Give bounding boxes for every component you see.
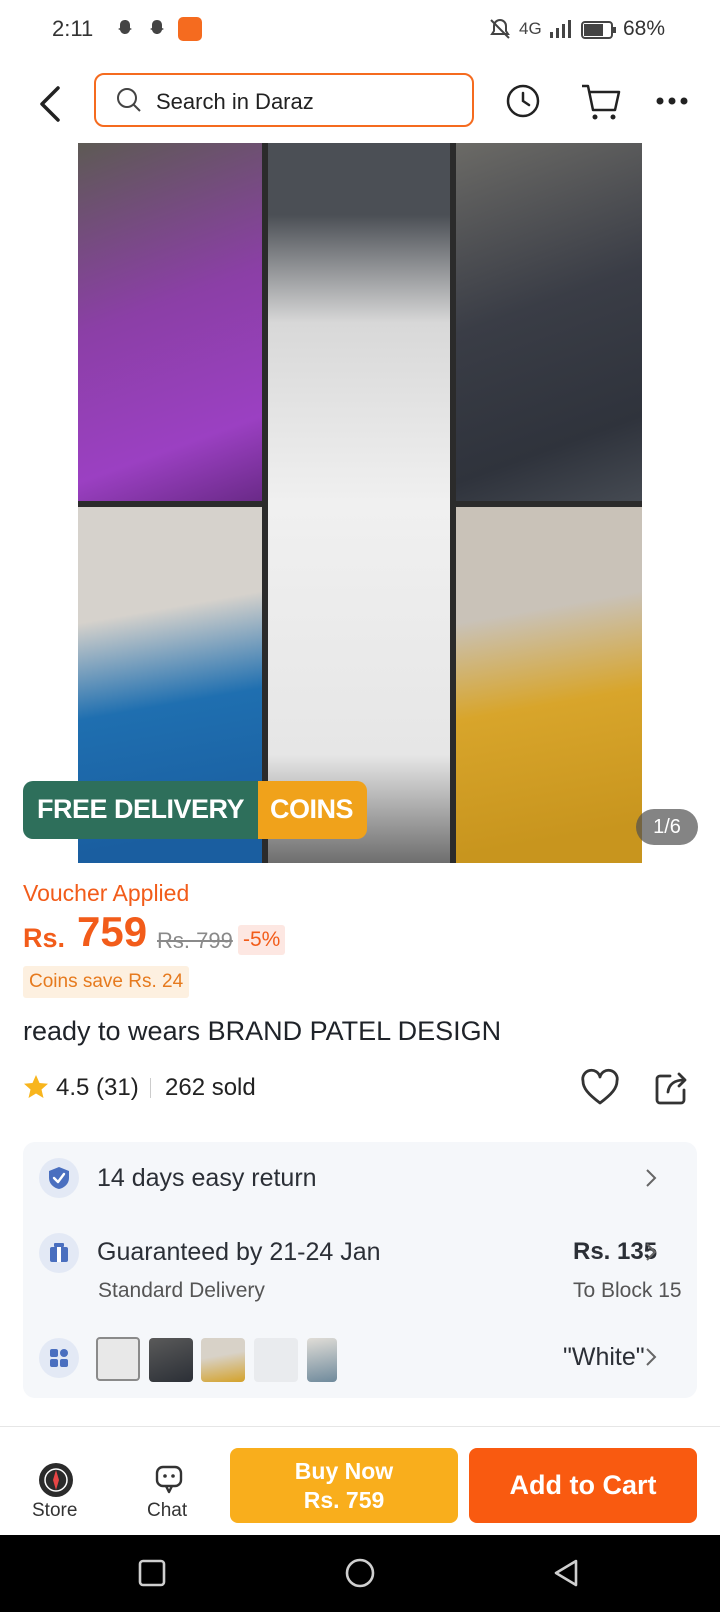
product-photo-white [268,143,450,863]
battery-icon [581,21,616,39]
product-photo-yellow [456,507,642,863]
daraz-app-icon [178,17,202,41]
status-bar: 2:11 4G 68% [0,0,720,62]
bottom-bar-divider [0,1426,720,1427]
buy-now-button[interactable]: Buy Now Rs. 759 [230,1448,458,1523]
discount-badge: -5% [238,925,286,955]
buy-now-price: Rs. 759 [303,1487,385,1513]
snapchat-icon [118,20,132,34]
search-placeholder: Search in Daraz [156,89,314,114]
chevron-right-icon[interactable] [645,1168,657,1188]
variant-thumb-white[interactable] [96,1337,140,1381]
snapchat-icon [150,20,164,34]
image-counter: 1/6 [636,809,698,845]
search-bar[interactable]: Search in Daraz [94,73,474,127]
chat-icon[interactable] [153,1462,187,1496]
more-options-icon[interactable] [656,96,688,106]
network-label: 4G [519,19,542,38]
variant-thumb-partial[interactable] [307,1338,337,1382]
heart-icon[interactable] [580,1068,620,1108]
variant-thumb-yellow[interactable] [201,1338,245,1382]
delivery-guarantee-text[interactable]: Guaranteed by 21-24 Jan [97,1238,381,1267]
buy-now-label: Buy Now [294,1458,394,1484]
variant-thumb-blank[interactable] [254,1338,298,1382]
voucher-applied-label: Voucher Applied [23,880,190,906]
history-icon[interactable] [505,83,541,119]
divider [150,1078,151,1098]
mute-icon [490,18,510,39]
delivery-icon [39,1233,79,1273]
product-photo-purple [78,143,262,501]
return-policy-text[interactable]: 14 days easy return [97,1164,317,1193]
back-arrow-icon[interactable] [36,84,64,124]
product-title: ready to wears BRAND PATEL DESIGN [23,1016,502,1046]
price-value: 759 [77,908,148,955]
original-price: Rs. 799 [157,928,233,953]
variant-thumb-dark[interactable] [149,1338,193,1382]
product-image[interactable] [78,143,642,863]
chat-label[interactable]: Chat [147,1500,187,1522]
recents-icon[interactable] [138,1559,166,1587]
chevron-right-icon[interactable] [645,1347,657,1367]
cart-icon[interactable] [580,82,622,122]
free-delivery-badge: FREE DELIVERY COINS [23,781,368,839]
store-label[interactable]: Store [32,1500,77,1522]
coins-label: COINS [258,781,368,839]
delivery-type-text: Standard Delivery [98,1279,265,1302]
battery-percent: 68% [623,17,666,40]
back-nav-icon[interactable] [552,1558,580,1588]
free-delivery-label: FREE DELIVERY [23,781,259,839]
add-to-cart-button[interactable]: Add to Cart [469,1448,697,1523]
price-currency: Rs. [23,923,66,953]
return-policy-icon [39,1158,79,1198]
signal-icon [550,20,571,38]
product-photo-dark [456,143,642,501]
variant-icon [39,1338,79,1378]
system-nav-bar [0,1535,720,1612]
home-icon[interactable] [344,1557,376,1589]
sold-count: 262 sold [165,1074,256,1101]
store-icon[interactable] [38,1462,74,1498]
share-icon[interactable] [654,1070,690,1106]
delivery-location: To Block 15 [573,1279,682,1302]
selected-variant-text[interactable]: "White" [563,1343,645,1372]
star-icon [24,1075,48,1098]
search-icon [117,88,141,112]
chevron-right-icon[interactable] [645,1242,657,1262]
coins-save-badge: Coins save Rs. 24 [23,966,190,998]
rating-text[interactable]: 4.5 (31) [56,1074,139,1102]
delivery-info-card: 14 days easy return Guaranteed by 21-24 … [23,1142,697,1398]
status-time: 2:11 [52,16,94,41]
